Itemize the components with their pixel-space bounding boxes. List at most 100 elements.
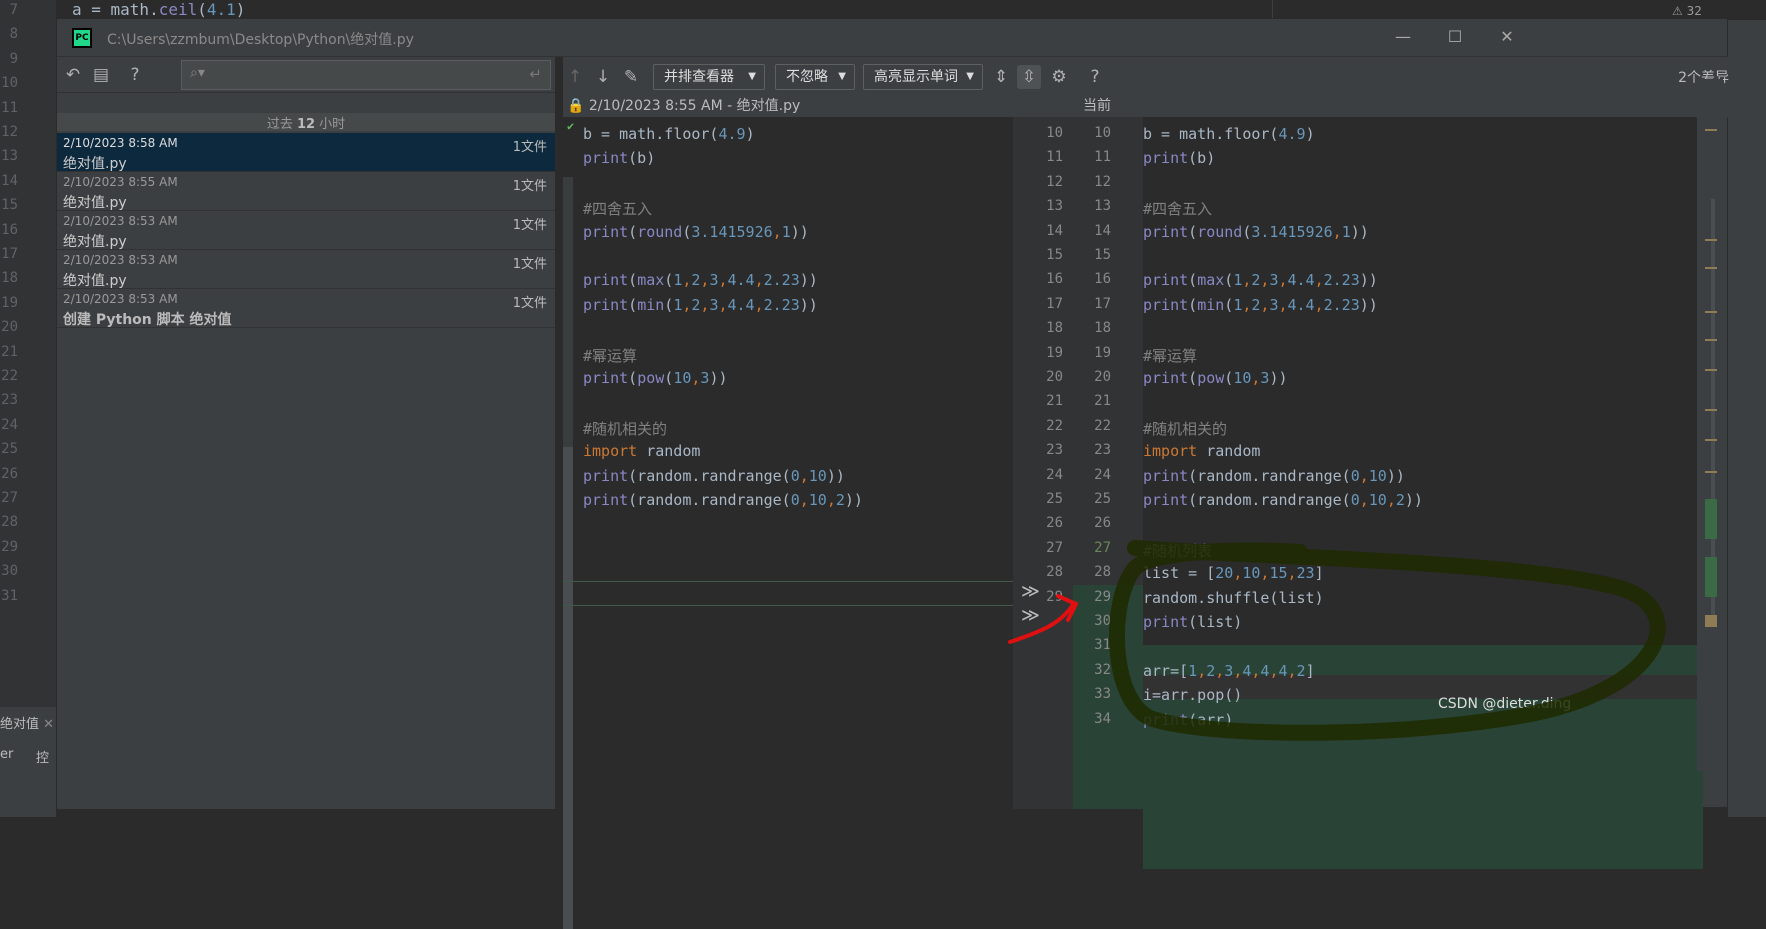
- line-number: 15: [1046, 247, 1063, 263]
- line-number: 25: [1046, 491, 1063, 507]
- next-diff-icon[interactable]: ↓: [591, 65, 615, 89]
- line-number: 29: [1046, 588, 1063, 605]
- tool-label-er[interactable]: er: [0, 747, 13, 762]
- line-number: 14: [1094, 222, 1111, 239]
- background-editor-top: [56, 0, 1766, 20]
- title-bar: PC C:\Users\zzmbum\Desktop\Python\绝对值.py…: [57, 19, 1727, 57]
- history-entry[interactable]: 2/10/2023 8:58 AM 1文件 绝对值.py: [57, 133, 555, 172]
- history-search-input[interactable]: ⌕▾ ↵: [181, 60, 551, 90]
- enter-icon[interactable]: ↵: [529, 65, 542, 83]
- code-line: print(min(1,2,3,4.4,2.23)): [1143, 295, 1378, 314]
- pycharm-logo-icon: PC: [72, 28, 92, 48]
- line-number: 12: [1, 124, 18, 140]
- line-number: 28: [1, 514, 18, 531]
- ignore-whitespace-select[interactable]: 不忽略 ▼: [775, 64, 855, 90]
- code-line: print(round(3.1415926,1)): [1143, 222, 1369, 241]
- line-number: 31: [1, 587, 18, 604]
- left-code-pane[interactable]: ✔ b = math.floor(4.9) print(b) #四舍五入 print(…: [563, 117, 1013, 929]
- collapse-unchanged-icon[interactable]: ⇕: [989, 65, 1013, 89]
- line-number: 9: [9, 50, 18, 67]
- code-line: b = math.floor(4.9): [1143, 125, 1315, 143]
- background-right-panel: [1728, 20, 1766, 817]
- code-line: print(random.randrange(0,10)): [1143, 466, 1405, 485]
- line-number: 28: [1094, 564, 1111, 581]
- line-number: 11: [1046, 149, 1063, 166]
- close-icon[interactable]: ✕: [43, 717, 54, 732]
- line-number: 25: [1094, 491, 1111, 507]
- help-icon[interactable]: ?: [1083, 65, 1107, 89]
- viewer-mode-select[interactable]: 并排查看器 ▼: [653, 64, 765, 90]
- history-entry[interactable]: 2/10/2023 8:53 AM 1文件 绝对值.py: [57, 250, 555, 289]
- entry-date: 2/10/2023 8:55 AM: [63, 175, 178, 189]
- close-button[interactable]: ✕: [1487, 25, 1527, 51]
- line-number: 16: [1046, 271, 1063, 288]
- line-number: 15: [1, 197, 18, 214]
- line-number: 20: [1094, 369, 1111, 385]
- sync-scroll-icon[interactable]: ⇳: [1017, 65, 1041, 89]
- code-line: import random: [1143, 442, 1261, 461]
- maximize-button[interactable]: ☐: [1435, 25, 1475, 51]
- warning-mark: [1705, 439, 1717, 441]
- line-number: 30: [1, 563, 18, 580]
- warning-mark: [1705, 267, 1717, 269]
- insertion-marker: [563, 581, 1013, 582]
- code-line: print(pow(10,3)): [583, 369, 728, 387]
- entry-name: 创建 Python 脚本 绝对值: [63, 312, 232, 328]
- code-line: #幂运算: [1143, 346, 1198, 365]
- line-number: 11: [1094, 149, 1111, 166]
- create-patch-icon[interactable]: ▤: [89, 63, 113, 87]
- warning-indicator[interactable]: ⚠ 32: [1672, 4, 1702, 18]
- line-number: 28: [1046, 564, 1063, 581]
- lock-icon: 🔒: [567, 98, 585, 114]
- scrollbar-thumb[interactable]: [563, 447, 573, 929]
- line-number: 14: [1046, 222, 1063, 239]
- code-line: print(arr): [1143, 710, 1234, 729]
- code-line: print(list): [1143, 613, 1243, 631]
- background-editor-gutter: [0, 0, 56, 817]
- line-number: 22: [1, 368, 18, 384]
- minimize-button[interactable]: —: [1383, 25, 1423, 51]
- warning-mark: [1705, 239, 1717, 241]
- settings-gear-icon[interactable]: ⚙: [1047, 65, 1071, 89]
- entry-date: 2/10/2023 8:53 AM: [63, 292, 178, 306]
- warning-mark: [1705, 311, 1717, 313]
- line-number: 26: [1046, 515, 1063, 532]
- code-line: print(max(1,2,3,4.4,2.23)): [1143, 271, 1378, 290]
- history-entry[interactable]: 2/10/2023 8:55 AM 1文件 绝对值.py: [57, 172, 555, 211]
- left-scrollbar[interactable]: [563, 177, 573, 929]
- error-stripe: [1697, 79, 1723, 771]
- warning-mark: [1705, 471, 1717, 473]
- prev-diff-icon[interactable]: ↑: [563, 65, 587, 89]
- code-line: print(random.randrange(0,10,2)): [1143, 491, 1423, 509]
- panel-splitter[interactable]: [555, 57, 563, 809]
- line-number: 29: [1094, 588, 1111, 605]
- code-line: print(max(1,2,3,4.4,2.23)): [583, 271, 818, 290]
- window-title: C:\Users\zzmbum\Desktop\Python\绝对值.py: [107, 32, 414, 48]
- history-entry[interactable]: 2/10/2023 8:53 AM 1文件 绝对值.py: [57, 211, 555, 250]
- edit-icon[interactable]: ✎: [619, 65, 643, 89]
- help-icon[interactable]: ?: [123, 63, 147, 87]
- line-number: 22: [1094, 417, 1111, 434]
- highlight-words-select[interactable]: 高亮显示单词 ▼: [863, 64, 983, 90]
- code-line: print(random.randrange(0,10,2)): [583, 491, 863, 509]
- entry-name: 绝对值.py: [63, 234, 127, 250]
- chevron-down-icon: ▼: [748, 71, 756, 82]
- line-number: 17: [1046, 295, 1063, 312]
- right-code-pane[interactable]: b = math.floor(4.9) print(b) #四舍五入 print(ro…: [1143, 117, 1703, 869]
- apply-change-icon[interactable]: ≫: [1021, 605, 1040, 626]
- line-number: 21: [1046, 393, 1063, 410]
- apply-change-icon[interactable]: ≫: [1021, 581, 1040, 602]
- line-number: 27: [1, 490, 18, 506]
- code-line: #四舍五入: [1143, 200, 1213, 219]
- diff-gutter: 10 11 12 13 14 15 16 17 18 19 20 21 22 23 24 25 26 27 28 29…: [1013, 117, 1143, 809]
- background-code-line: a = math.ceil(4.1): [72, 0, 246, 19]
- line-number: 30: [1094, 613, 1111, 629]
- history-entry[interactable]: 2/10/2023 8:53 AM 1文件 创建 Python 脚本 绝对值: [57, 289, 555, 328]
- warning-mark: [1705, 615, 1717, 627]
- entry-date: 2/10/2023 8:53 AM: [63, 214, 178, 228]
- line-number: 8: [9, 26, 18, 43]
- tool-label-console[interactable]: 控: [36, 747, 49, 766]
- revert-icon[interactable]: ↶: [61, 63, 85, 87]
- local-history-dialog: PC C:\Users\zzmbum\Desktop\Python\绝对值.py…: [56, 18, 1729, 929]
- tab-abs-value[interactable]: 绝对值 ✕: [0, 713, 54, 732]
